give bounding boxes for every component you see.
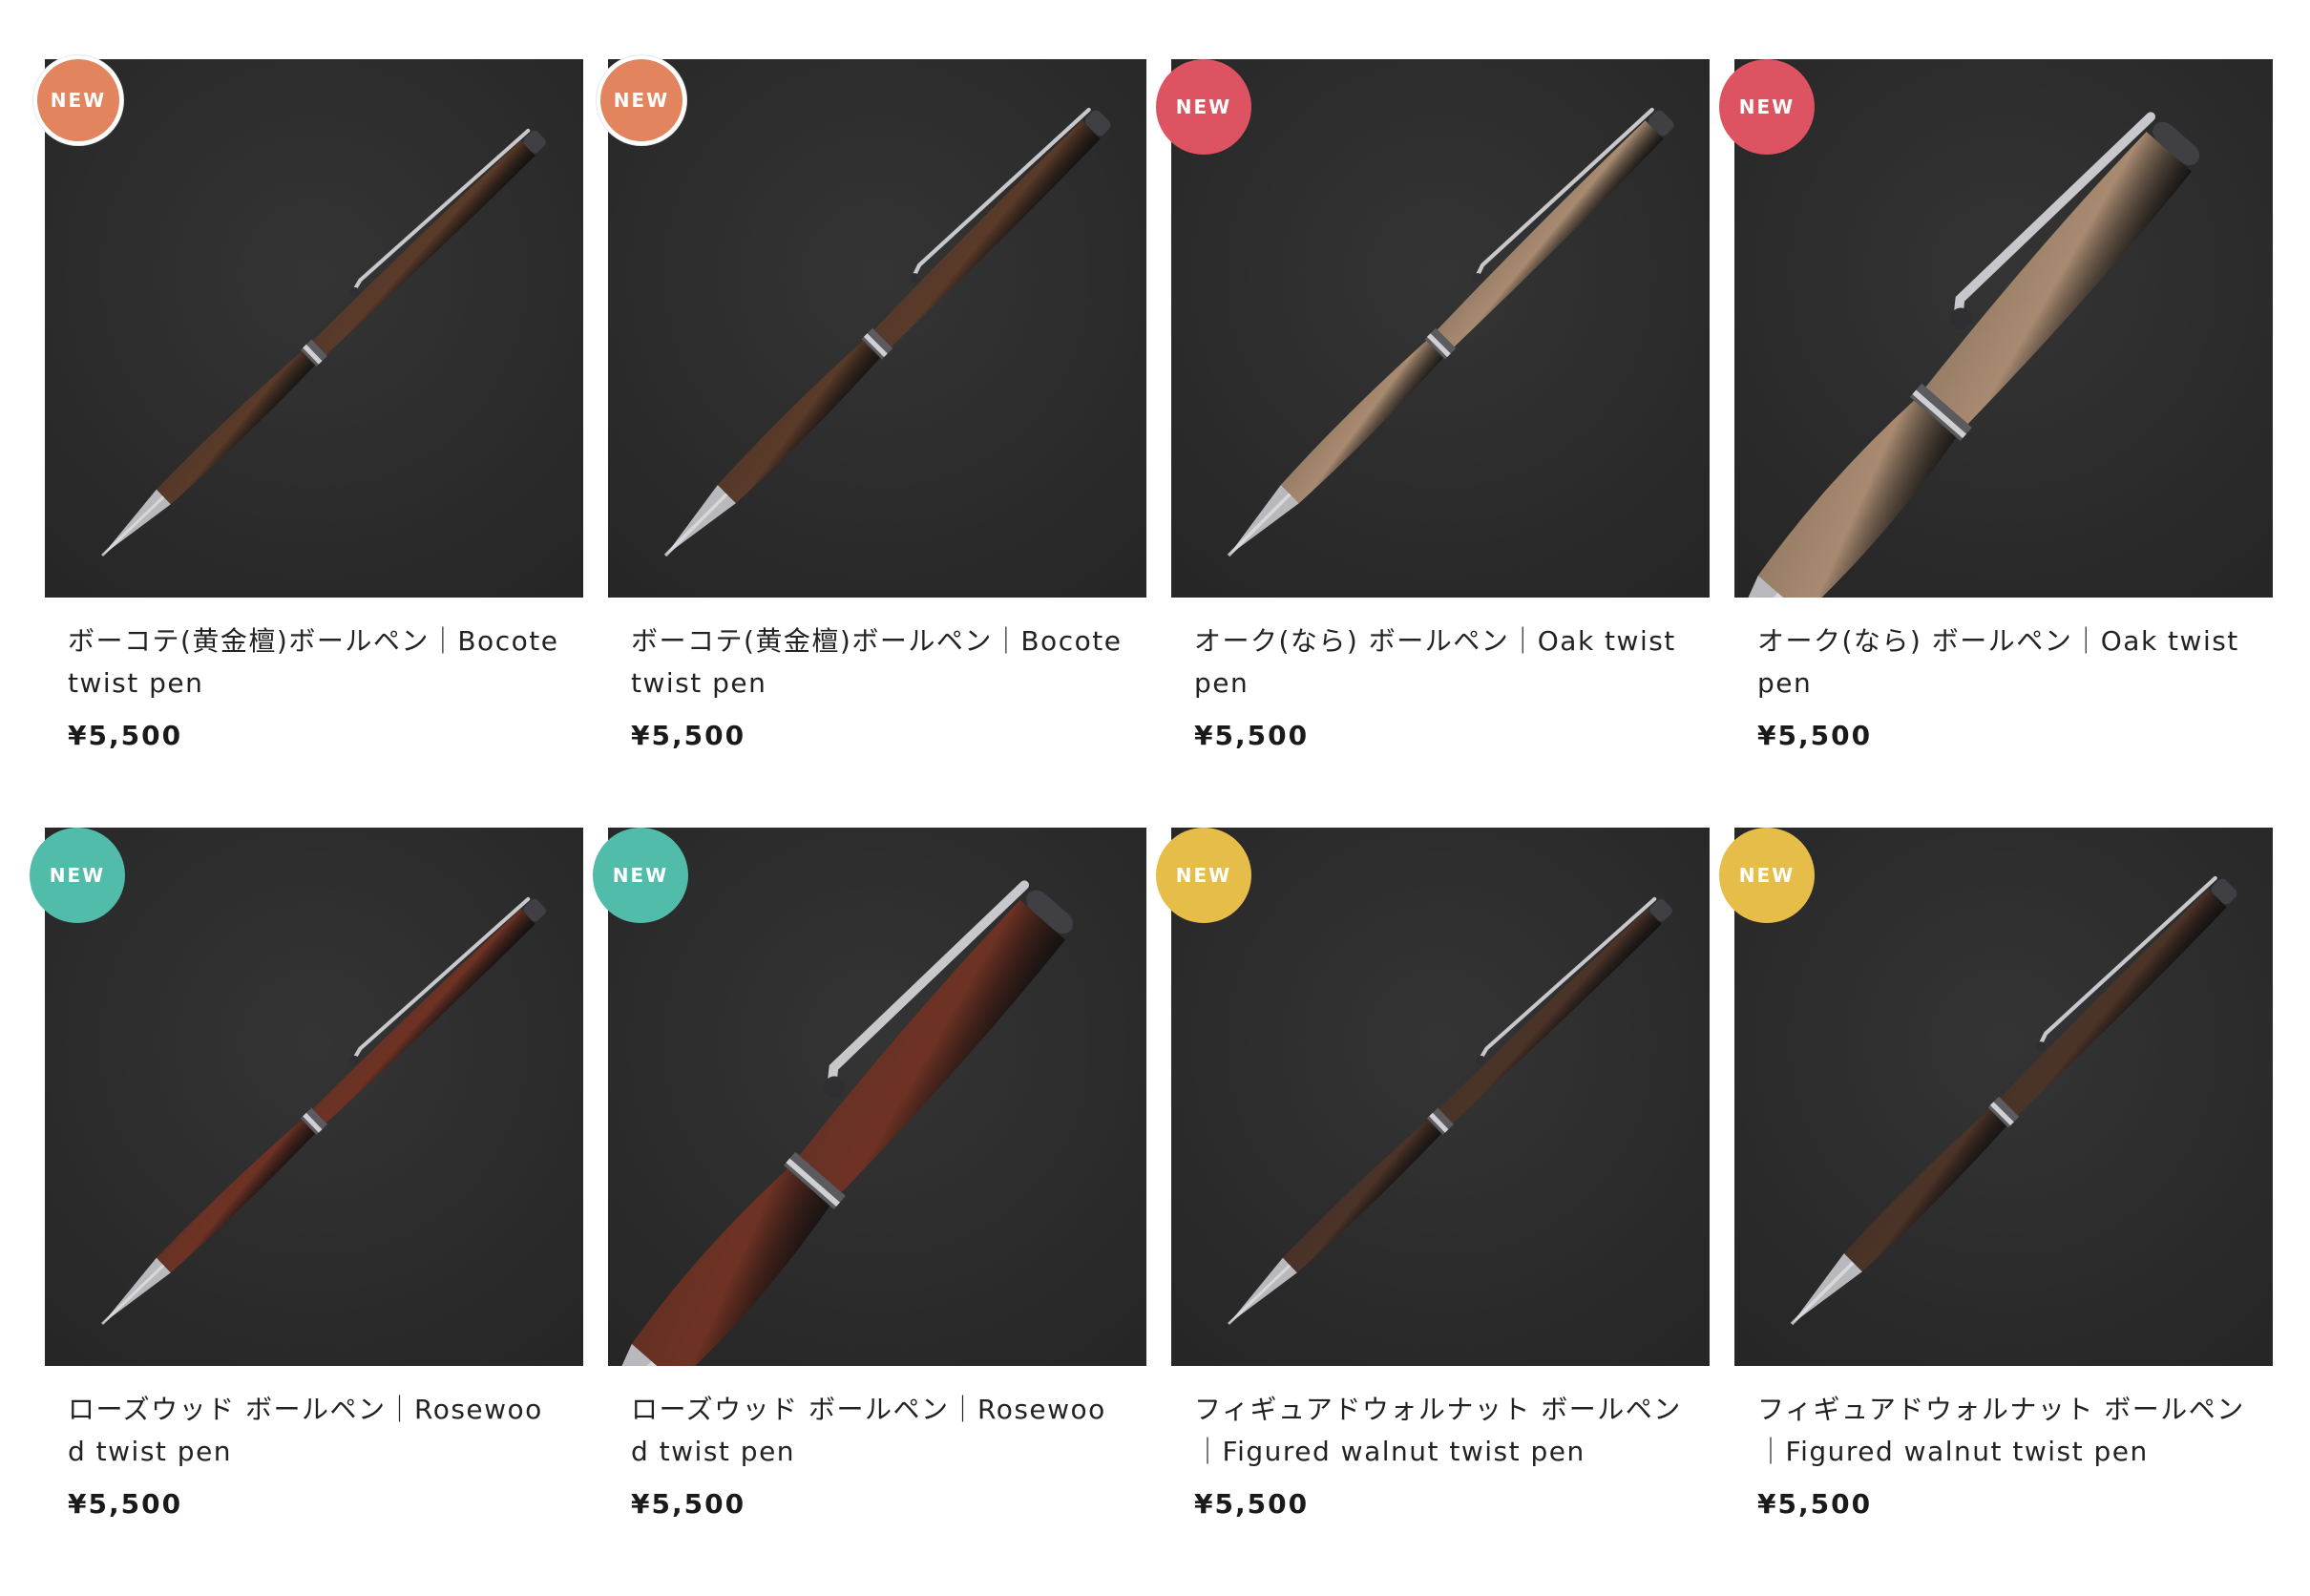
product-price: ¥5,500 xyxy=(68,1488,183,1520)
product-title[interactable]: フィギュアドウォルナット ボールペン｜Figured walnut twist … xyxy=(1757,1389,2250,1473)
product-image[interactable] xyxy=(1171,828,1710,1366)
new-badge: NEW xyxy=(1719,828,1815,923)
product-card[interactable]: NEW フィギュアドウォルナット ボールペン｜Figured walnut tw… xyxy=(1719,828,2273,1596)
new-badge: NEW xyxy=(33,55,123,145)
product-title[interactable]: オーク(なら) ボールペン｜Oak twist pen xyxy=(1757,620,2250,704)
new-badge: NEW xyxy=(1156,59,1251,155)
product-title[interactable]: オーク(なら) ボールペン｜Oak twist pen xyxy=(1194,620,1687,704)
product-grid: NEW ボーコテ(黄金檀)ボールペン｜Bocote twist pen ¥5,5… xyxy=(30,55,2275,1596)
product-image[interactable] xyxy=(45,828,583,1366)
product-card[interactable]: NEW フィギュアドウォルナット ボールペン｜Figured walnut tw… xyxy=(1156,828,1710,1596)
product-card[interactable]: NEW オーク(なら) ボールペン｜Oak twist pen ¥5,500 xyxy=(1719,59,2273,828)
product-image[interactable] xyxy=(1734,828,2273,1366)
pen-illustration xyxy=(1171,59,1710,598)
product-price: ¥5,500 xyxy=(1194,720,1310,751)
product-price: ¥5,500 xyxy=(1194,1488,1310,1520)
product-title[interactable]: ボーコテ(黄金檀)ボールペン｜Bocote twist pen xyxy=(68,620,560,704)
pen-illustration xyxy=(1171,828,1710,1366)
new-badge: NEW xyxy=(1719,59,1815,155)
new-badge: NEW xyxy=(30,828,125,923)
new-badge: NEW xyxy=(1156,828,1251,923)
pen-illustration xyxy=(608,828,1146,1366)
new-badge: NEW xyxy=(593,828,688,923)
product-image[interactable] xyxy=(1171,59,1710,598)
product-title[interactable]: ローズウッド ボールペン｜Rosewood twist pen xyxy=(631,1389,1124,1473)
pen-illustration xyxy=(1734,828,2273,1366)
product-image[interactable] xyxy=(608,59,1146,598)
product-card[interactable]: NEW オーク(なら) ボールペン｜Oak twist pen ¥5,500 xyxy=(1156,59,1710,828)
product-card[interactable]: NEW ボーコテ(黄金檀)ボールペン｜Bocote twist pen ¥5,5… xyxy=(597,55,1146,828)
product-price: ¥5,500 xyxy=(1757,1488,1873,1520)
pen-illustration xyxy=(45,828,583,1366)
product-card[interactable]: NEW ローズウッド ボールペン｜Rosewood twist pen ¥5,5… xyxy=(30,828,583,1596)
product-image[interactable] xyxy=(1734,59,2273,598)
product-price: ¥5,500 xyxy=(1757,720,1873,751)
pen-illustration xyxy=(1734,59,2273,598)
product-price: ¥5,500 xyxy=(631,720,746,751)
product-title[interactable]: フィギュアドウォルナット ボールペン｜Figured walnut twist … xyxy=(1194,1389,1687,1473)
product-title[interactable]: ローズウッド ボールペン｜Rosewood twist pen xyxy=(68,1389,560,1473)
product-image[interactable] xyxy=(608,828,1146,1366)
product-card[interactable]: NEW ローズウッド ボールペン｜Rosewood twist pen ¥5,5… xyxy=(593,828,1146,1596)
product-price: ¥5,500 xyxy=(631,1488,746,1520)
product-title[interactable]: ボーコテ(黄金檀)ボールペン｜Bocote twist pen xyxy=(631,620,1124,704)
pen-illustration xyxy=(45,59,583,598)
product-price: ¥5,500 xyxy=(68,720,183,751)
new-badge: NEW xyxy=(597,55,686,145)
pen-illustration xyxy=(608,59,1146,598)
product-image[interactable] xyxy=(45,59,583,598)
product-card[interactable]: NEW ボーコテ(黄金檀)ボールペン｜Bocote twist pen ¥5,5… xyxy=(33,55,583,828)
